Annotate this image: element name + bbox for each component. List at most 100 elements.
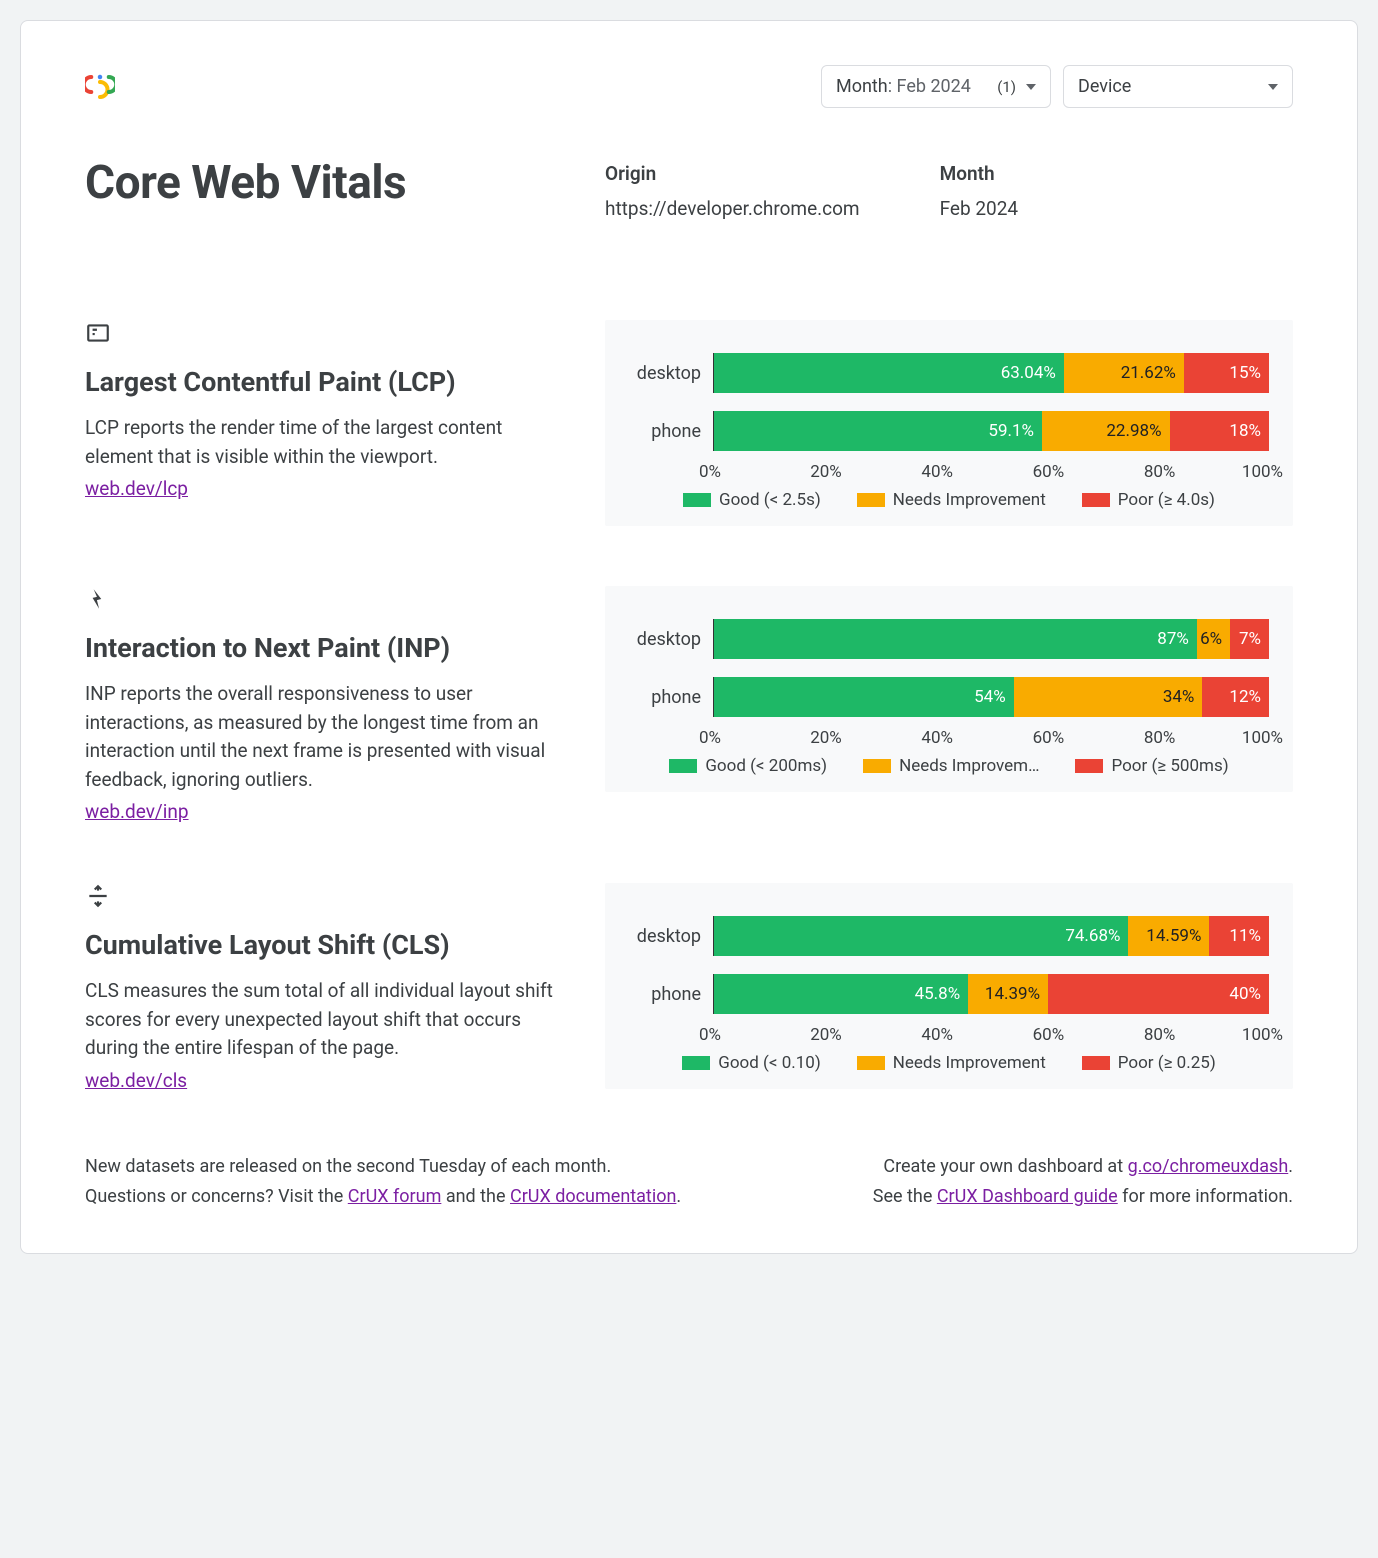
- metric-doc-link[interactable]: web.dev/cls: [85, 1069, 187, 1092]
- cls-icon: [85, 883, 565, 913]
- bar-seg-poor: 12%: [1202, 677, 1269, 717]
- bar-seg-ni: 22.98%: [1042, 411, 1170, 451]
- swatch-good-icon: [669, 759, 697, 773]
- swatch-poor-icon: [1075, 759, 1103, 773]
- bar-seg-poor: 7%: [1230, 619, 1269, 659]
- footer-line: New datasets are released on the second …: [85, 1152, 681, 1183]
- bar-label: desktop: [629, 363, 713, 384]
- bar-seg-good: 45.8%: [714, 974, 968, 1014]
- bar-seg-good: 59.1%: [714, 411, 1042, 451]
- swatch-poor-icon: [1082, 493, 1110, 507]
- footer-line: Questions or concerns? Visit the CrUX fo…: [85, 1182, 681, 1213]
- chevron-down-icon: [1268, 84, 1278, 90]
- bar-track: 54%34%12%: [713, 677, 1269, 717]
- dashboard-guide-link[interactable]: CrUX Dashboard guide: [937, 1186, 1118, 1207]
- footer-right: Create your own dashboard at g.co/chrome…: [873, 1152, 1293, 1213]
- bar-seg-good: 63.04%: [714, 353, 1064, 393]
- metric-title: Interaction to Next Paint (INP): [85, 632, 565, 664]
- bar-track: 87%6%7%: [713, 619, 1269, 659]
- header: Core Web Vitals Origin https://developer…: [85, 156, 1293, 220]
- bar-label: phone: [629, 421, 713, 442]
- filter-bar: Month: Feb 2024 (1) Device: [821, 65, 1293, 108]
- swatch-poor-icon: [1082, 1056, 1110, 1070]
- metric-title: Cumulative Layout Shift (CLS): [85, 929, 565, 961]
- metric-title: Largest Contentful Paint (LCP): [85, 366, 565, 398]
- month-filter-count: (1): [997, 78, 1020, 96]
- swatch-good-icon: [682, 1056, 710, 1070]
- bar-seg-poor: 18%: [1170, 411, 1269, 451]
- metric-info: Largest Contentful Paint (LCP) LCP report…: [85, 320, 565, 500]
- bar-seg-poor: 40%: [1048, 974, 1269, 1014]
- metric-chart-inp: desktop87%6%7%phone54%34%12%0%20%40%60%8…: [605, 586, 1293, 792]
- bar-seg-poor: 11%: [1209, 916, 1269, 956]
- page-title: Core Web Vitals: [85, 156, 565, 210]
- bar-seg-ni: 34%: [1014, 677, 1203, 717]
- metric-section-lcp: Largest Contentful Paint (LCP) LCP report…: [85, 320, 1293, 526]
- bar-row: desktop74.68%14.59%11%: [629, 915, 1269, 957]
- origin-value: https://developer.chrome.com: [605, 197, 860, 220]
- swatch-good-icon: [683, 493, 711, 507]
- bar-seg-poor: 15%: [1184, 353, 1269, 393]
- bar-track: 74.68%14.59%11%: [713, 916, 1269, 956]
- metric-desc: LCP reports the render time of the large…: [85, 414, 565, 471]
- lcp-icon: [85, 320, 565, 350]
- metric-section-cls: Cumulative Layout Shift (CLS) CLS measure…: [85, 883, 1293, 1092]
- meta: Origin https://developer.chrome.com Mont…: [605, 156, 1293, 220]
- bar-row: phone45.8%14.39%40%: [629, 973, 1269, 1015]
- metric-info: Interaction to Next Paint (INP) INP repor…: [85, 586, 565, 823]
- legend-item-ni: Needs Improvement: [857, 1053, 1046, 1073]
- month-block: Month Feb 2024: [940, 162, 1018, 220]
- legend: Good (< 0.10)Needs ImprovementPoor (≥ 0.…: [629, 1053, 1269, 1073]
- swatch-ni-icon: [857, 1056, 885, 1070]
- legend-item-good: Good (< 200ms): [669, 756, 827, 776]
- bar-track: 63.04%21.62%15%: [713, 353, 1269, 393]
- report-card: Month: Feb 2024 (1) Device Core Web Vita…: [20, 20, 1358, 1254]
- chevron-down-icon: [1026, 84, 1036, 90]
- bar-row: desktop63.04%21.62%15%: [629, 352, 1269, 394]
- footer-left: New datasets are released on the second …: [85, 1152, 681, 1213]
- legend: Good (< 2.5s)Needs ImprovementPoor (≥ 4.…: [629, 490, 1269, 510]
- bar-seg-ni: 14.59%: [1128, 916, 1209, 956]
- bar-track: 45.8%14.39%40%: [713, 974, 1269, 1014]
- bar-seg-good: 74.68%: [714, 916, 1128, 956]
- metric-doc-link[interactable]: web.dev/inp: [85, 800, 189, 823]
- legend-item-ni: Needs Improvement: [857, 490, 1046, 510]
- legend-item-poor: Poor (≥ 500ms): [1075, 756, 1228, 776]
- month-value: Feb 2024: [940, 197, 1018, 220]
- footer-line: Create your own dashboard at g.co/chrome…: [873, 1152, 1293, 1183]
- topbar: Month: Feb 2024 (1) Device: [85, 65, 1293, 108]
- bar-seg-ni: 14.39%: [968, 974, 1048, 1014]
- metric-info: Cumulative Layout Shift (CLS) CLS measure…: [85, 883, 565, 1092]
- origin-label: Origin: [605, 162, 860, 185]
- bar-row: phone59.1%22.98%18%: [629, 410, 1269, 452]
- legend-item-ni: Needs Improvem…: [863, 756, 1039, 776]
- footer: New datasets are released on the second …: [85, 1152, 1293, 1213]
- legend: Good (< 200ms) Needs Improvem… Poor (≥ 500…: [629, 756, 1269, 776]
- metric-doc-link[interactable]: web.dev/lcp: [85, 477, 188, 500]
- metric-desc: INP reports the overall responsiveness t…: [85, 680, 565, 794]
- bar-seg-good: 54%: [714, 677, 1014, 717]
- device-filter[interactable]: Device: [1063, 65, 1293, 108]
- bar-seg-good: 87%: [714, 619, 1197, 659]
- chromeuxdash-link[interactable]: g.co/chromeuxdash: [1128, 1156, 1289, 1177]
- legend-item-good: Good (< 2.5s): [683, 490, 821, 510]
- month-filter[interactable]: Month: Feb 2024 (1): [821, 65, 1051, 108]
- bar-label: phone: [629, 984, 713, 1005]
- bar-label: desktop: [629, 926, 713, 947]
- bar-label: desktop: [629, 629, 713, 650]
- bar-track: 59.1%22.98%18%: [713, 411, 1269, 451]
- bar-label: phone: [629, 687, 713, 708]
- origin-block: Origin https://developer.chrome.com: [605, 162, 860, 220]
- bar-seg-ni: 21.62%: [1064, 353, 1184, 393]
- swatch-ni-icon: [863, 759, 891, 773]
- crux-logo-icon: [85, 72, 115, 102]
- bar-seg-ni: 6%: [1197, 619, 1230, 659]
- metric-chart-lcp: desktop63.04%21.62%15% phone59.1%22.98%18…: [605, 320, 1293, 526]
- device-filter-label: Device: [1078, 76, 1131, 97]
- metric-chart-cls: desktop74.68%14.59%11% phone45.8%14.39%40…: [605, 883, 1293, 1089]
- crux-docs-link[interactable]: CrUX documentation: [510, 1186, 676, 1207]
- month-label: Month: [940, 162, 1018, 185]
- metric-desc: CLS measures the sum total of all indivi…: [85, 977, 565, 1063]
- month-filter-label: Month: [836, 76, 888, 97]
- crux-forum-link[interactable]: CrUX forum: [348, 1186, 442, 1207]
